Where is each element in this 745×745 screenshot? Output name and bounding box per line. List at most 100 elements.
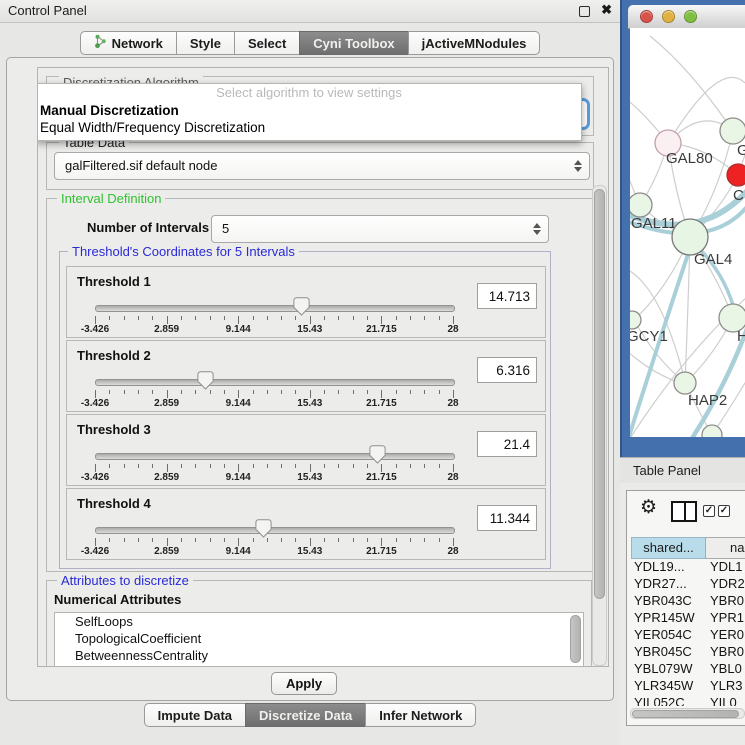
apply-button[interactable]: Apply	[271, 672, 337, 695]
checkbox-checked-icon[interactable]: ✓	[703, 505, 715, 517]
tick-mark	[338, 390, 339, 394]
attribute-item-selfloops[interactable]: SelfLoops	[55, 613, 583, 630]
threshold-2-panel: Threshold 2-3.4262.8599.14415.4321.71528	[66, 340, 546, 412]
tab-jactivemnodules[interactable]: jActiveMNodules	[408, 31, 541, 55]
tick-mark	[224, 390, 225, 394]
threshold-slider-thumb[interactable]	[293, 297, 310, 321]
cell-name: YDL1	[710, 558, 743, 575]
network-node-gal11[interactable]	[630, 193, 652, 217]
attribute-item-betweennesscentrality[interactable]: BetweennessCentrality	[55, 647, 583, 664]
tick-mark	[195, 464, 196, 468]
tick-mark	[267, 464, 268, 468]
tab-style[interactable]: Style	[176, 31, 235, 55]
table-row[interactable]: YDR27...YDR2	[627, 575, 745, 592]
tick-mark	[138, 464, 139, 468]
table-row[interactable]: YPR145WYPR1	[627, 609, 745, 626]
tab-impute-data[interactable]: Impute Data	[144, 703, 246, 727]
threshold-slider-track[interactable]	[95, 453, 455, 460]
panel-title: Control Panel	[8, 0, 87, 22]
network-icon	[94, 34, 107, 52]
tick-mark	[181, 538, 182, 542]
tick-label: 28	[447, 324, 458, 335]
tick-label: 28	[447, 472, 458, 483]
network-window-titlebar[interactable]	[628, 5, 745, 29]
tick-mark	[310, 390, 311, 398]
checkbox-checked-icon[interactable]: ✓	[718, 505, 730, 517]
minimize-light-icon[interactable]	[662, 10, 675, 23]
table-row[interactable]: YBR043CYBR0	[627, 592, 745, 609]
tick-mark	[253, 316, 254, 320]
list-scrollbar[interactable]	[570, 615, 581, 663]
table-row[interactable]: YLR345WYLR3	[627, 677, 745, 694]
tick-mark	[410, 390, 411, 394]
tab-network[interactable]: Network	[80, 31, 177, 55]
tick-label: 21.715	[366, 324, 397, 335]
tab-cyni-toolbox[interactable]: Cyni Toolbox	[299, 31, 408, 55]
close-light-icon[interactable]	[640, 10, 653, 23]
threshold-slider-track[interactable]	[95, 305, 455, 312]
float-window-icon[interactable]	[579, 6, 590, 17]
threshold-value-field[interactable]	[477, 431, 537, 457]
cell-shared-name: YBR043C	[634, 592, 692, 609]
threshold-slider-track[interactable]	[95, 379, 455, 386]
threshold-slider-thumb[interactable]	[369, 445, 386, 469]
gear-icon[interactable]: ⚙	[640, 498, 657, 518]
threshold-value-field[interactable]	[477, 357, 537, 383]
column-header-shared-name[interactable]: shared...	[631, 537, 706, 559]
threshold-value-field[interactable]	[477, 505, 537, 531]
threshold-value-field[interactable]	[477, 283, 537, 309]
network-node-c[interactable]	[727, 164, 745, 186]
cell-shared-name: YDL19...	[634, 558, 685, 575]
cyni-toolbox-panel: Discretization Algorithm Select algorith…	[6, 57, 614, 701]
network-node-ga[interactable]	[720, 118, 745, 144]
table-hscrollbar-track[interactable]	[630, 708, 745, 719]
table-row[interactable]: YIL052CYIL0	[627, 694, 745, 706]
table-row[interactable]: YDL19... YDL1	[627, 558, 745, 575]
table-panel-body: ⚙ ✓ ✓ shared... na YDL19... YDL1YDR27...Y…	[620, 483, 745, 745]
tab-label: Style	[190, 36, 221, 51]
tab-label: Network	[112, 36, 163, 51]
network-node-unlabeled[interactable]	[702, 425, 722, 437]
tab-select[interactable]: Select	[234, 31, 300, 55]
network-node-gal4[interactable]	[672, 219, 708, 255]
threshold-slider-thumb[interactable]	[255, 519, 272, 543]
tick-mark	[396, 390, 397, 394]
table-panel-titlebar: Table Panel	[620, 457, 745, 484]
tick-label: 15.43	[297, 546, 322, 557]
split-columns-icon[interactable]	[671, 501, 697, 522]
tick-mark	[253, 538, 254, 542]
threshold-label: Threshold 3	[77, 422, 151, 437]
panel-scrollbar-thumb[interactable]	[594, 189, 605, 599]
attribute-item-topologicalcoefficient[interactable]: TopologicalCoefficient	[55, 630, 583, 647]
zoom-light-icon[interactable]	[684, 10, 697, 23]
threshold-slider-thumb[interactable]	[197, 371, 214, 395]
table-row[interactable]: YER054CYER0	[627, 626, 745, 643]
network-node-hap2[interactable]	[674, 372, 696, 394]
table-row[interactable]: YBL079WYBL0	[627, 660, 745, 677]
network-canvas[interactable]: GAL80GACGAL11GAL4GCY1HHAP2	[630, 28, 745, 437]
tab-discretize-data[interactable]: Discretize Data	[245, 703, 366, 727]
threshold-slider-track[interactable]	[95, 527, 455, 534]
close-icon[interactable]: ✖	[601, 2, 612, 18]
number-of-intervals-combobox[interactable]: 5	[211, 215, 549, 243]
tick-mark	[453, 390, 454, 398]
network-edge[interactable]	[650, 36, 733, 131]
tick-mark	[439, 390, 440, 394]
tick-mark	[267, 390, 268, 394]
tab-infer-network[interactable]: Infer Network	[365, 703, 476, 727]
popup-option-equal-width[interactable]: Equal Width/Frequency Discretization	[37, 119, 581, 136]
table-row[interactable]: YBR045CYBR0	[627, 643, 745, 660]
cell-shared-name: YER054C	[634, 626, 692, 643]
tick-label: 2.859	[154, 324, 179, 335]
panel-scrollbar-track[interactable]	[592, 185, 607, 666]
combo-stepper-icon	[533, 223, 541, 235]
tick-mark	[238, 316, 239, 324]
popup-option-manual[interactable]: Manual Discretization	[37, 102, 581, 119]
interval-definition-group: Interval Definition Number of Intervals …	[46, 198, 594, 572]
column-header-name[interactable]: na	[705, 537, 745, 559]
table-hscrollbar-thumb[interactable]	[632, 710, 739, 718]
table-data-combobox[interactable]: galFiltered.sif default node	[54, 152, 590, 180]
tick-mark	[109, 464, 110, 468]
tick-mark	[167, 316, 168, 324]
network-node-gcy1[interactable]	[630, 311, 641, 329]
